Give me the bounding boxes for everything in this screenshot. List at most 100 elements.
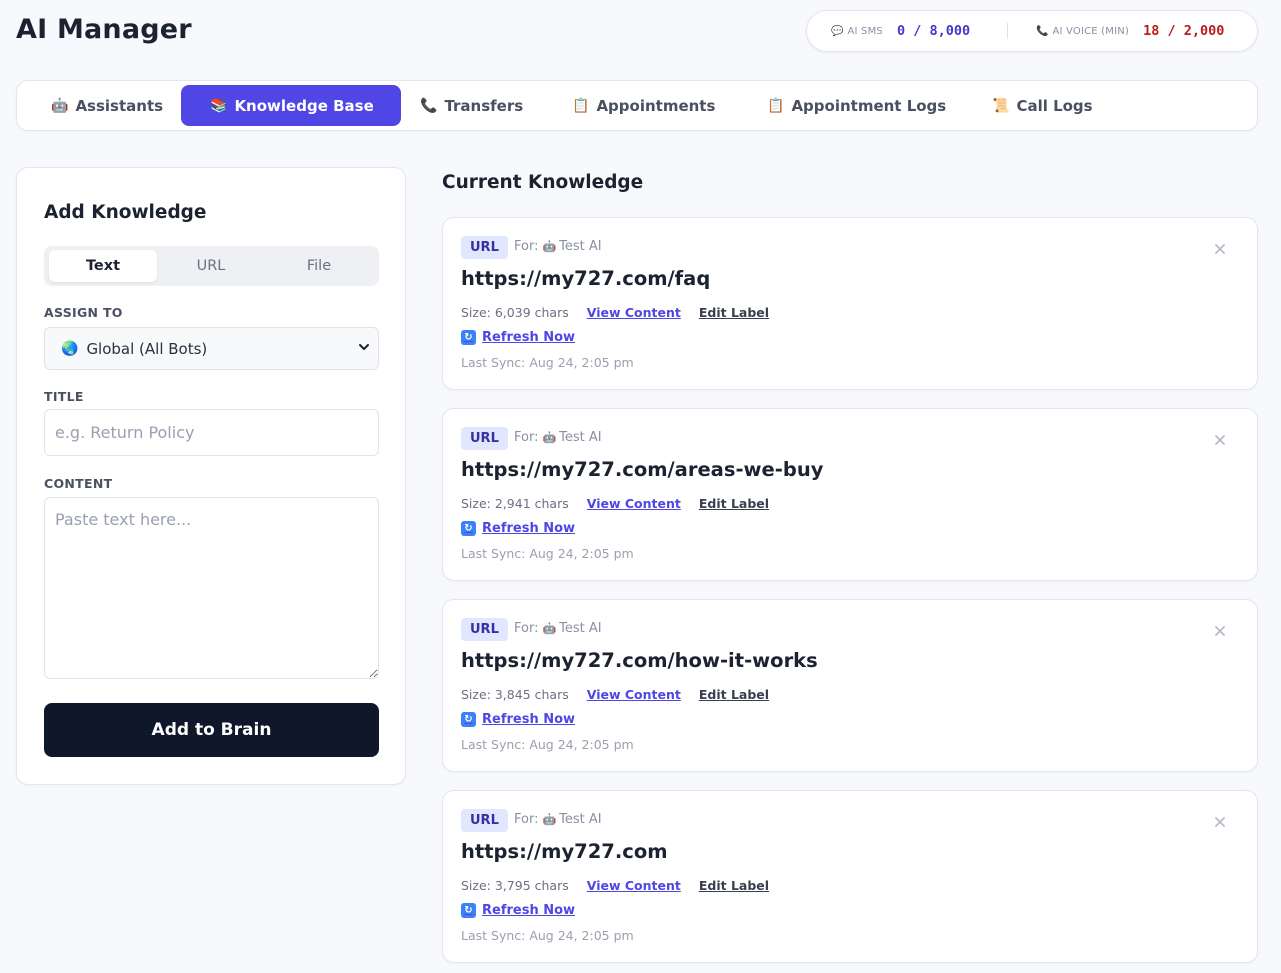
knowledge-card: URL For: 🤖 Test AI https://my727.com/faq S… — [442, 217, 1258, 390]
title-label: TITLE — [44, 389, 84, 404]
robot-icon: 🤖 — [542, 431, 557, 444]
view-content-link[interactable]: View Content — [587, 687, 681, 702]
content-label: CONTENT — [44, 476, 113, 491]
last-sync: Last Sync: Aug 24, 2:05 pm — [461, 355, 634, 370]
size-value: 3,845 chars — [494, 687, 569, 702]
tab-call-logs[interactable]: 📜 Call Logs — [958, 85, 1113, 126]
type-badge: URL — [461, 236, 508, 259]
page-title: AI Manager — [16, 14, 192, 45]
source-type-file[interactable]: File — [265, 250, 373, 282]
delete-icon[interactable] — [1213, 815, 1227, 829]
knowledge-url: https://my727.com/faq — [461, 267, 711, 290]
phone-icon: 📞 — [1036, 25, 1049, 37]
refresh-label: Refresh Now — [482, 521, 576, 536]
view-content-link[interactable]: View Content — [587, 878, 681, 893]
delete-icon[interactable] — [1213, 433, 1227, 447]
tab-label: Appointment Logs — [791, 96, 947, 115]
edit-label-link[interactable]: Edit Label — [699, 305, 769, 320]
assign-to-select[interactable]: 🌏 Global (All Bots) — [44, 327, 379, 370]
refresh-label: Refresh Now — [482, 903, 576, 918]
tab-label: Call Logs — [1016, 96, 1093, 115]
voice-usage-value: 18 / 2,000 — [1143, 23, 1225, 39]
sms-usage-value: 0 / 8,000 — [896, 23, 971, 39]
assigned-bot: For: 🤖 Test AI — [514, 812, 602, 827]
size-prefix: Size: — [461, 878, 491, 893]
tab-appointments[interactable]: 📋 Appointments — [538, 85, 735, 126]
last-sync: Last Sync: Aug 24, 2:05 pm — [461, 546, 634, 561]
scroll-icon: 📜 — [992, 97, 1010, 114]
type-badge: URL — [461, 618, 508, 641]
add-to-brain-button[interactable]: Add to Brain — [44, 703, 379, 757]
edit-label-link[interactable]: Edit Label — [699, 496, 769, 511]
assigned-bot: For: 🤖 Test AI — [514, 621, 602, 636]
refresh-icon: ↻ — [461, 903, 476, 918]
refresh-now-link[interactable]: ↻ Refresh Now — [461, 521, 575, 536]
for-label: For: — [514, 812, 539, 827]
title-input[interactable] — [44, 409, 379, 456]
assign-to-label: ASSIGN TO — [44, 305, 123, 320]
robot-icon: 🤖 — [542, 240, 557, 253]
tab-transfers[interactable]: 📞 Transfers — [386, 85, 543, 126]
refresh-icon: ↻ — [461, 712, 476, 727]
books-icon: 📚 — [210, 97, 228, 114]
refresh-now-link[interactable]: ↻ Refresh Now — [461, 330, 575, 345]
knowledge-meta: Size: 6,039 chars View Content Edit Labe… — [461, 305, 769, 320]
for-label: For: — [514, 430, 539, 445]
bot-name: Test AI — [559, 621, 602, 636]
knowledge-meta: Size: 2,941 chars View Content Edit Labe… — [461, 496, 769, 511]
voice-usage: 📞 AI VOICE (MIN) 18 / 2,000 — [1008, 11, 1224, 51]
tab-label: Transfers — [444, 96, 524, 115]
view-content-link[interactable]: View Content — [587, 496, 681, 511]
refresh-now-link[interactable]: ↻ Refresh Now — [461, 903, 575, 918]
for-label: For: — [514, 239, 539, 254]
tab-assistants[interactable]: 🤖 Assistants — [17, 85, 183, 126]
source-type-text[interactable]: Text — [49, 250, 157, 282]
knowledge-url: https://my727.com — [461, 840, 668, 863]
size-prefix: Size: — [461, 496, 491, 511]
last-sync: Last Sync: Aug 24, 2:05 pm — [461, 737, 634, 752]
assigned-bot: For: 🤖 Test AI — [514, 239, 602, 254]
sms-usage-label: AI SMS — [847, 25, 883, 37]
bot-name: Test AI — [559, 812, 602, 827]
delete-icon[interactable] — [1213, 242, 1227, 256]
bot-name: Test AI — [559, 239, 602, 254]
last-sync: Last Sync: Aug 24, 2:05 pm — [461, 928, 634, 943]
usage-summary: 💬 AI SMS 0 / 8,000 📞 AI VOICE (MIN) 18 /… — [806, 10, 1258, 52]
for-label: For: — [514, 621, 539, 636]
refresh-label: Refresh Now — [482, 712, 576, 727]
robot-icon: 🤖 — [51, 97, 69, 114]
knowledge-url: https://my727.com/areas-we-buy — [461, 458, 824, 481]
assigned-bot: For: 🤖 Test AI — [514, 430, 602, 445]
voice-usage-label: AI VOICE (MIN) — [1052, 25, 1130, 37]
source-type-switch: Text URL File — [44, 246, 379, 286]
bot-name: Test AI — [559, 430, 602, 445]
knowledge-card: URL For: 🤖 Test AI https://my727.com/areas… — [442, 408, 1258, 581]
delete-icon[interactable] — [1213, 624, 1227, 638]
chevron-down-icon — [359, 344, 369, 350]
view-content-link[interactable]: View Content — [587, 305, 681, 320]
knowledge-meta: Size: 3,845 chars View Content Edit Labe… — [461, 687, 769, 702]
sms-usage: 💬 AI SMS 0 / 8,000 — [807, 11, 1007, 51]
size-value: 2,941 chars — [494, 496, 569, 511]
source-type-url[interactable]: URL — [157, 250, 265, 282]
robot-icon: 🤖 — [542, 622, 557, 635]
clipboard-icon: 📋 — [572, 97, 590, 114]
knowledge-url: https://my727.com/how-it-works — [461, 649, 818, 672]
assign-to-value: Global (All Bots) — [86, 339, 208, 358]
tab-label: Appointments — [596, 96, 716, 115]
size-value: 6,039 chars — [494, 305, 569, 320]
refresh-now-link[interactable]: ↻ Refresh Now — [461, 712, 575, 727]
robot-icon: 🤖 — [542, 813, 557, 826]
tab-knowledge-base[interactable]: 📚 Knowledge Base — [181, 85, 401, 126]
phone-icon: 📞 — [420, 97, 438, 114]
refresh-label: Refresh Now — [482, 330, 576, 345]
size-value: 3,795 chars — [494, 878, 569, 893]
section-title: Current Knowledge — [442, 172, 644, 193]
tab-appointment-logs[interactable]: 📋 Appointment Logs — [733, 85, 966, 126]
type-badge: URL — [461, 427, 508, 450]
content-textarea[interactable] — [44, 497, 379, 679]
knowledge-meta: Size: 3,795 chars View Content Edit Labe… — [461, 878, 769, 893]
edit-label-link[interactable]: Edit Label — [699, 687, 769, 702]
panel-title: Add Knowledge — [44, 202, 207, 223]
edit-label-link[interactable]: Edit Label — [699, 878, 769, 893]
